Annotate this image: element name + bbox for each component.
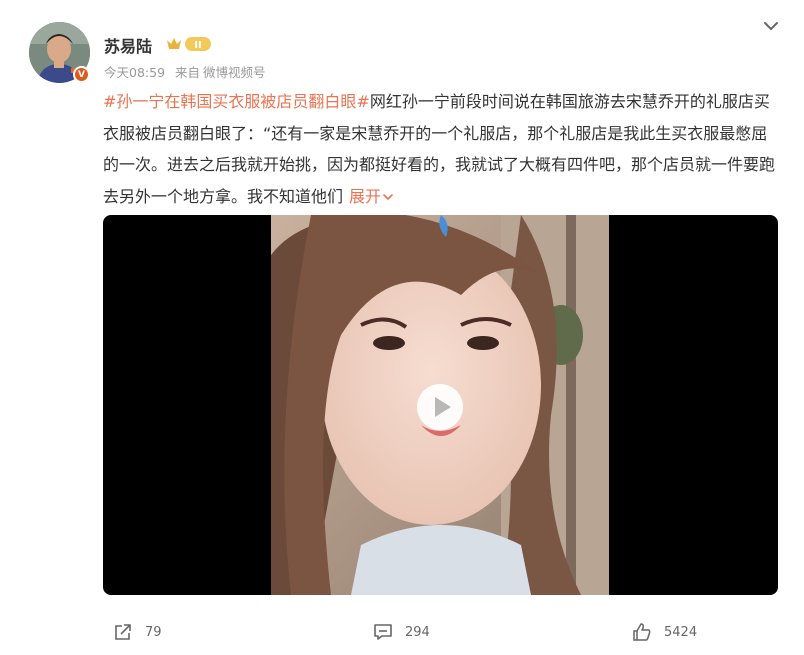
like-button[interactable]: 5424	[632, 622, 697, 642]
share-button[interactable]: 79	[113, 622, 162, 642]
level-badge-icon[interactable]: II	[165, 34, 213, 54]
comment-button[interactable]: 294	[373, 622, 430, 642]
chevron-down-icon[interactable]	[761, 16, 781, 36]
share-icon	[115, 624, 131, 640]
hashtag-link[interactable]: #孙一宁在韩国买衣服被店员翻白眼#	[103, 92, 370, 111]
expand-label: 展开	[349, 186, 382, 206]
post-time[interactable]: 今天08:59	[104, 65, 165, 80]
comment-icon	[374, 624, 392, 640]
expand-button[interactable]: 展开	[349, 187, 394, 206]
weibo-post-card: V 苏易陆 II 今天08:59 来自 微博视频号 #孙一宁在韩国买衣服被店员翻白…	[0, 0, 804, 655]
chevron-down-icon	[383, 193, 393, 200]
post-meta: 今天08:59 来自 微博视频号	[104, 62, 272, 81]
video-player[interactable]	[103, 215, 778, 595]
share-count: 79	[145, 624, 162, 640]
username[interactable]: 苏易陆	[104, 33, 152, 57]
verified-badge-icon: V	[73, 66, 90, 83]
comment-count: 294	[405, 624, 430, 640]
post-text: #孙一宁在韩国买衣服被店员翻白眼#网红孙一宁前段时间说在韩国旅游去宋慧乔开的礼服…	[103, 86, 779, 212]
level-badge-text: II	[194, 40, 201, 51]
action-bar: 79 294 5424	[0, 610, 804, 650]
post-source[interactable]: 微博视频号	[203, 65, 266, 80]
play-icon[interactable]	[416, 383, 464, 431]
source-prefix: 来自	[175, 65, 201, 80]
like-count: 5424	[664, 624, 698, 640]
thumbs-up-icon	[633, 623, 651, 641]
